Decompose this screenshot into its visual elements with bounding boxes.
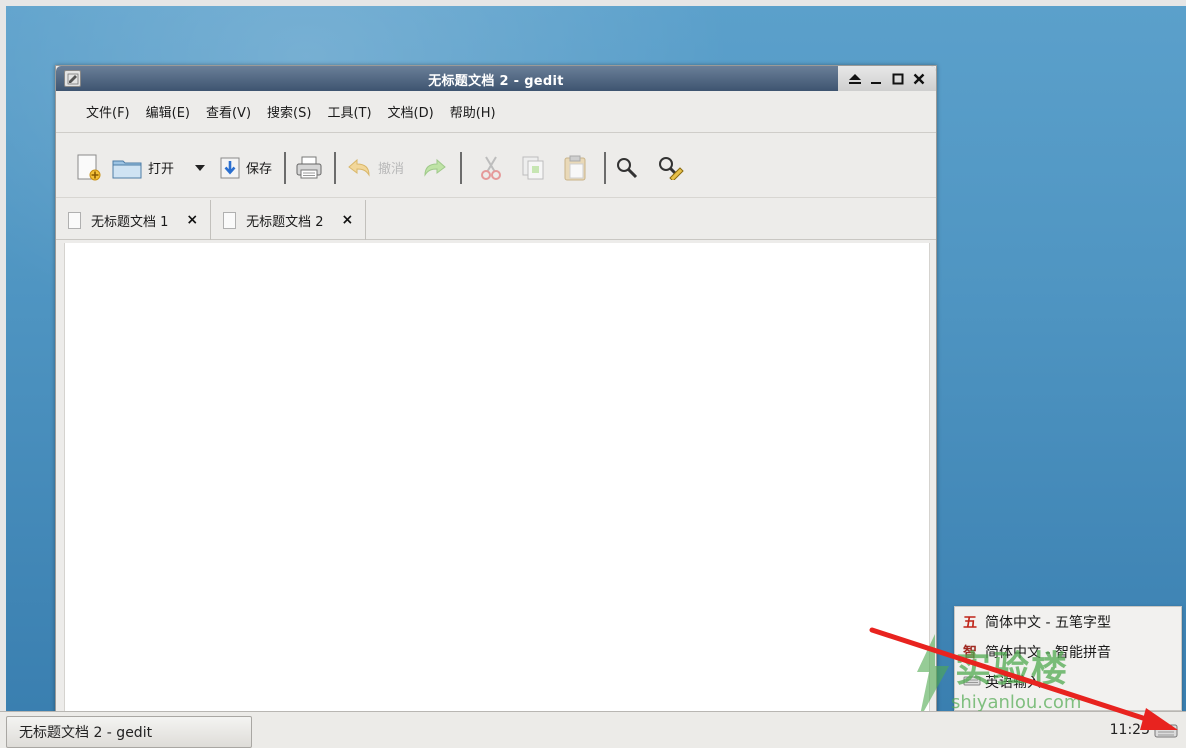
input-method-menu: 五 简体中文 - 五笔字型 智 简体中文 - 智能拼音 英语输入 <box>954 606 1182 711</box>
open-button[interactable]: 打开 <box>112 152 174 184</box>
copy-button[interactable] <box>522 152 544 184</box>
document-icon <box>68 211 81 229</box>
close-icon[interactable] <box>911 71 927 87</box>
print-icon <box>296 156 322 178</box>
tab-label: 无标题文档 1 <box>91 214 169 230</box>
cut-button[interactable] <box>480 152 502 184</box>
paste-button[interactable] <box>564 152 586 184</box>
toolbar-separator <box>334 151 337 184</box>
im-item-pinyin[interactable]: 智 简体中文 - 智能拼音 <box>955 637 1181 667</box>
new-button[interactable] <box>76 152 102 184</box>
new-document-icon <box>77 154 101 180</box>
paste-icon <box>564 155 586 180</box>
undo-label: 撤消 <box>378 162 405 177</box>
bottom-panel: 无标题文档 2 - gedit 11:25 <box>0 711 1186 748</box>
window-titlebar[interactable]: 无标题文档 2 - gedit <box>56 66 936 91</box>
clock[interactable]: 11:25 <box>1110 722 1150 738</box>
tab-document-1[interactable]: 无标题文档 1 × <box>56 200 212 240</box>
keyboard-icon <box>963 674 985 690</box>
text-editor-area[interactable] <box>64 243 930 716</box>
minimize-icon[interactable] <box>868 71 884 87</box>
taskbar-button-gedit[interactable]: 无标题文档 2 - gedit <box>6 716 252 748</box>
gedit-window: 无标题文档 2 - gedit 文件(F) 编辑(E) 查看(V) 搜索(S) … <box>55 65 937 717</box>
find-button[interactable] <box>616 152 638 184</box>
redo-button[interactable] <box>422 152 448 184</box>
document-tabs: 无标题文档 1 × 无标题文档 2 × <box>56 200 936 240</box>
tab-label: 无标题文档 2 <box>246 214 324 230</box>
input-method-tray-icon[interactable] <box>1154 720 1178 738</box>
redo-icon <box>424 158 446 177</box>
save-label: 保存 <box>246 162 273 177</box>
pinyin-icon: 智 <box>963 645 977 661</box>
cut-icon <box>481 155 502 180</box>
maximize-icon[interactable] <box>890 71 906 87</box>
wubi-icon: 五 <box>963 615 977 631</box>
toolbar-separator <box>460 151 463 184</box>
dropdown-arrow-icon <box>195 164 206 171</box>
menu-search[interactable]: 搜索(S) <box>259 102 319 121</box>
menu-help[interactable]: 帮助(H) <box>442 102 504 121</box>
document-icon <box>223 211 237 229</box>
eject-icon[interactable] <box>847 71 863 87</box>
menubar: 文件(F) 编辑(E) 查看(V) 搜索(S) 工具(T) 文档(D) 帮助(H… <box>56 91 936 133</box>
recent-files-dropdown[interactable] <box>194 152 206 184</box>
im-item-wubi[interactable]: 五 简体中文 - 五笔字型 <box>955 607 1181 637</box>
undo-button[interactable]: 撤消 <box>346 152 404 184</box>
window-controls <box>838 66 936 91</box>
replace-icon <box>659 156 684 180</box>
open-label: 打开 <box>148 162 175 177</box>
toolbar: 打开 保存 撤消 <box>56 138 936 198</box>
menu-tools[interactable]: 工具(T) <box>319 102 379 121</box>
im-item-label: 简体中文 - 五笔字型 <box>985 615 1111 631</box>
replace-button[interactable] <box>658 152 684 184</box>
toolbar-separator <box>284 151 287 184</box>
print-button[interactable] <box>296 152 322 184</box>
tab-close-icon[interactable]: × <box>342 212 354 228</box>
menu-edit[interactable]: 编辑(E) <box>138 102 198 121</box>
im-item-english[interactable]: 英语输入 <box>955 667 1181 697</box>
menu-file[interactable]: 文件(F) <box>78 102 138 121</box>
tab-document-2[interactable]: 无标题文档 2 × <box>211 200 367 240</box>
menu-view[interactable]: 查看(V) <box>198 102 259 121</box>
search-icon <box>617 157 638 178</box>
im-item-label: 英语输入 <box>985 675 1041 691</box>
im-item-label: 简体中文 - 智能拼音 <box>985 645 1111 661</box>
menu-documents[interactable]: 文档(D) <box>380 102 442 121</box>
window-title: 无标题文档 2 - gedit <box>428 74 564 89</box>
folder-open-icon <box>112 160 142 178</box>
copy-icon <box>522 156 544 179</box>
undo-icon <box>348 158 370 177</box>
tab-close-icon[interactable]: × <box>186 212 198 228</box>
save-button[interactable]: 保存 <box>220 152 272 184</box>
save-icon <box>220 157 240 178</box>
toolbar-separator <box>604 151 607 184</box>
